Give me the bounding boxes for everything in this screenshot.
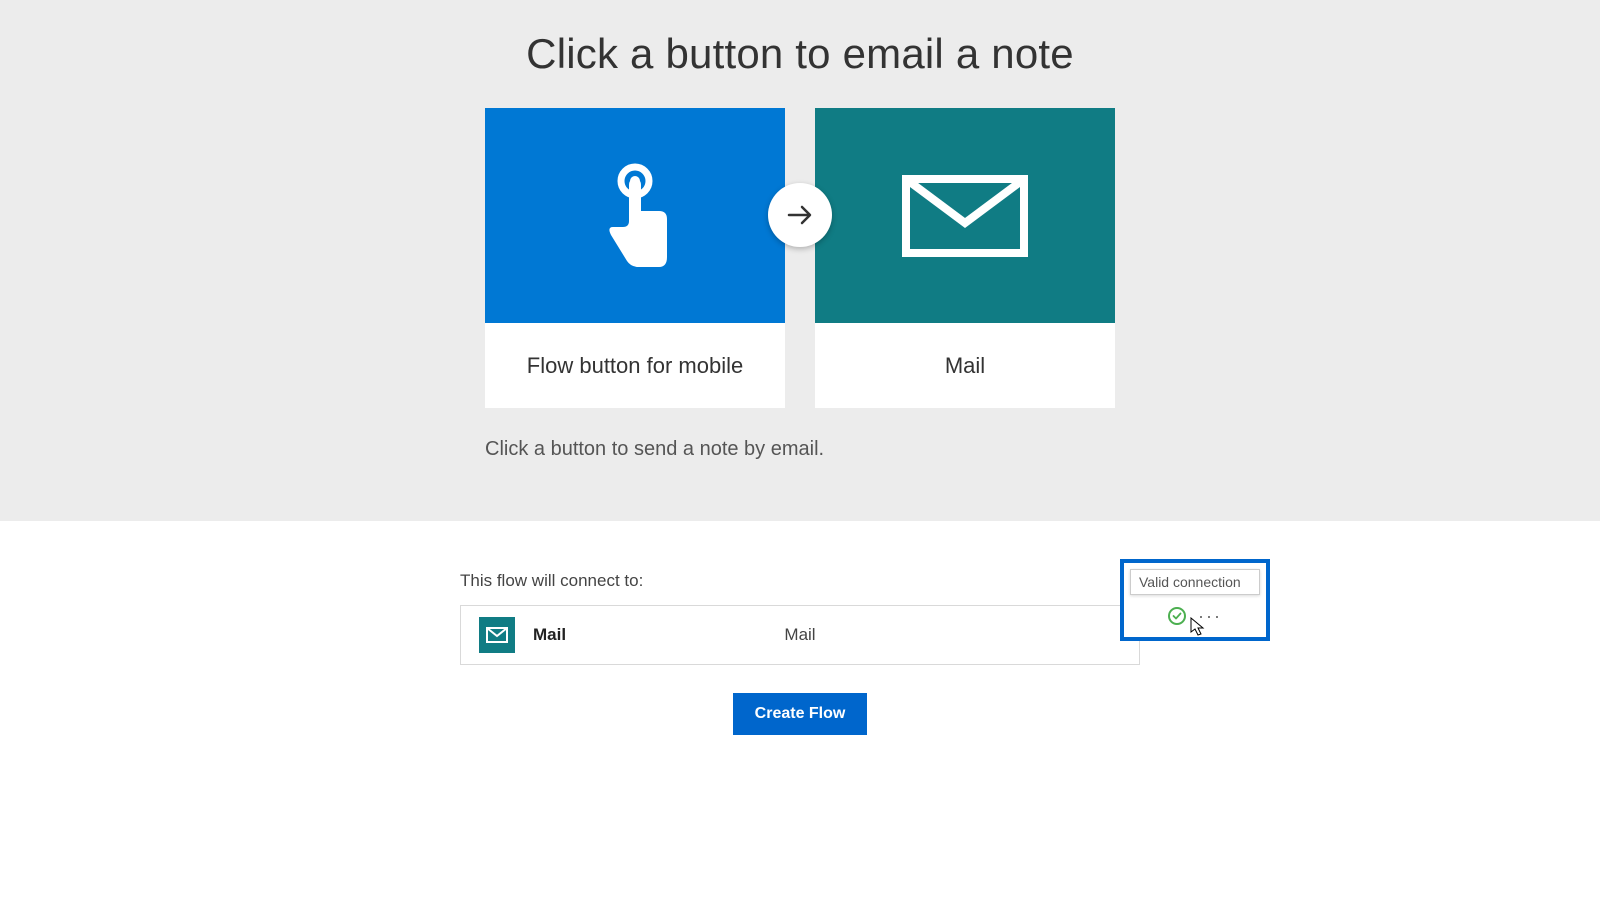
connection-service-name: Mail (533, 625, 566, 645)
connection-status-tooltip: Valid connection (1130, 569, 1260, 595)
mail-icon (486, 627, 508, 643)
flow-description: Click a button to send a note by email. (485, 438, 1115, 461)
tile-mail-label: Mail (815, 323, 1115, 408)
tile-flow-button-mobile[interactable]: Flow button for mobile (485, 108, 785, 408)
create-flow-button[interactable]: Create Flow (733, 693, 868, 735)
tile-flow-button-mobile-label: Flow button for mobile (485, 323, 785, 408)
connection-service-icon-box (479, 617, 515, 653)
flow-connection-region: This flow will connect to: Mail Mail Val… (0, 521, 1600, 735)
tile-mail[interactable]: Mail (815, 108, 1115, 408)
connection-service-type: Mail (784, 625, 815, 645)
connection-block: This flow will connect to: Mail Mail Val… (460, 571, 1140, 735)
connection-row-mail[interactable]: Mail Mail (460, 605, 1140, 665)
touch-hand-icon (585, 161, 685, 271)
tile-flow-button-mobile-graphic (485, 108, 785, 323)
page-title: Click a button to email a note (0, 30, 1600, 78)
check-circle-icon (1168, 607, 1186, 625)
flow-template-header-region: Click a button to email a note Flow butt… (0, 0, 1600, 521)
connection-section-label: This flow will connect to: (460, 571, 1140, 591)
mail-icon (900, 171, 1030, 261)
tile-mail-graphic (815, 108, 1115, 323)
flow-arrow-connector (768, 183, 832, 247)
connection-status-row: ··· (1130, 603, 1260, 625)
cursor-icon (1190, 617, 1206, 637)
arrow-right-icon (785, 200, 815, 230)
flow-tiles-container: Flow button for mobile Mail (485, 108, 1115, 408)
connection-status-callout: Valid connection ··· (1120, 559, 1270, 641)
